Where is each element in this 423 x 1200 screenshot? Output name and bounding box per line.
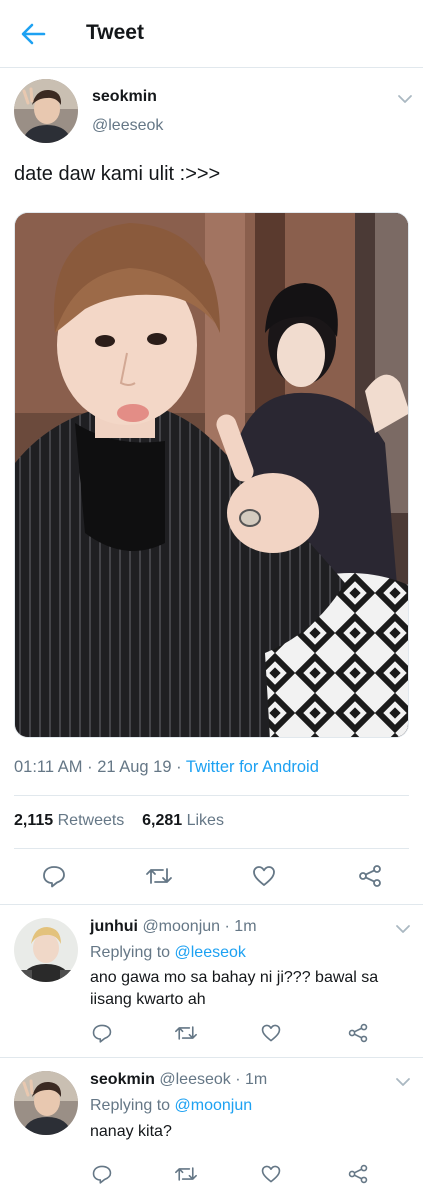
page-title: Tweet xyxy=(86,21,144,44)
tweet-photo[interactable] xyxy=(14,212,409,738)
reply-time: 1m xyxy=(234,918,257,935)
mention-link[interactable]: @leeseok xyxy=(175,944,246,961)
share-icon[interactable] xyxy=(344,1019,372,1047)
tweet-date: 21 Aug 19 xyxy=(97,758,172,776)
divider xyxy=(0,904,423,905)
reply-actions xyxy=(0,1018,423,1058)
reply-text: ano gawa mo sa bahay ni ji??? bawal sa i… xyxy=(90,969,379,1008)
like-icon[interactable] xyxy=(257,1160,285,1188)
tweet-time: 01:11 AM xyxy=(14,758,83,776)
retweet-icon[interactable] xyxy=(145,862,173,890)
avatar[interactable] xyxy=(14,918,78,982)
retweets-stat[interactable]: 2,115 Retweets xyxy=(14,812,124,829)
author-name[interactable]: seokmin xyxy=(92,88,157,106)
reply-author-name[interactable]: junhui xyxy=(90,918,138,935)
replying-to-line: Replying to @moonjun xyxy=(90,1097,253,1114)
reply-author-handle[interactable]: @moonjun xyxy=(142,918,220,935)
tweet-source-link[interactable]: Twitter for Android xyxy=(186,758,319,776)
divider xyxy=(14,848,409,849)
tweet-timestamp: 01:11 AM · 21 Aug 19 · Twitter for Andro… xyxy=(14,758,319,776)
author-handle[interactable]: @leeseok xyxy=(92,117,163,135)
mention-link[interactable]: @moonjun xyxy=(175,1097,253,1114)
like-icon[interactable] xyxy=(250,862,278,890)
reply-text: nanay kita? xyxy=(90,1123,172,1140)
retweet-icon[interactable] xyxy=(172,1019,200,1047)
like-icon[interactable] xyxy=(257,1019,285,1047)
chevron-down-icon[interactable] xyxy=(394,922,412,934)
reply-time: 1m xyxy=(245,1071,268,1088)
share-icon[interactable] xyxy=(344,1160,372,1188)
divider xyxy=(0,1057,423,1058)
reply-header: seokmin @leeseok · 1m xyxy=(90,1071,268,1088)
tweet-text: date daw kami ulit :>>> xyxy=(14,163,221,185)
tweet-stats: 2,115 Retweets 6,281 Likes xyxy=(14,812,224,830)
reply-icon[interactable] xyxy=(88,1160,116,1188)
top-bar: Tweet xyxy=(0,0,423,68)
reply-actions xyxy=(0,1160,423,1200)
reply-author-name[interactable]: seokmin xyxy=(90,1071,155,1088)
replying-to-line: Replying to @leeseok xyxy=(90,944,246,961)
reply-icon[interactable] xyxy=(40,862,68,890)
back-arrow-icon[interactable] xyxy=(18,20,48,48)
reply-icon[interactable] xyxy=(88,1019,116,1047)
chevron-down-icon[interactable] xyxy=(396,92,414,104)
tweet-actions xyxy=(0,856,423,896)
retweet-icon[interactable] xyxy=(172,1160,200,1188)
chevron-down-icon[interactable] xyxy=(394,1075,412,1087)
share-icon[interactable] xyxy=(356,862,384,890)
likes-stat[interactable]: 6,281 Likes xyxy=(142,812,224,829)
avatar[interactable] xyxy=(14,79,78,143)
avatar[interactable] xyxy=(14,1071,78,1135)
reply-header: junhui @moonjun · 1m xyxy=(90,918,257,935)
reply-author-handle[interactable]: @leeseok xyxy=(159,1071,230,1088)
divider xyxy=(14,795,409,796)
